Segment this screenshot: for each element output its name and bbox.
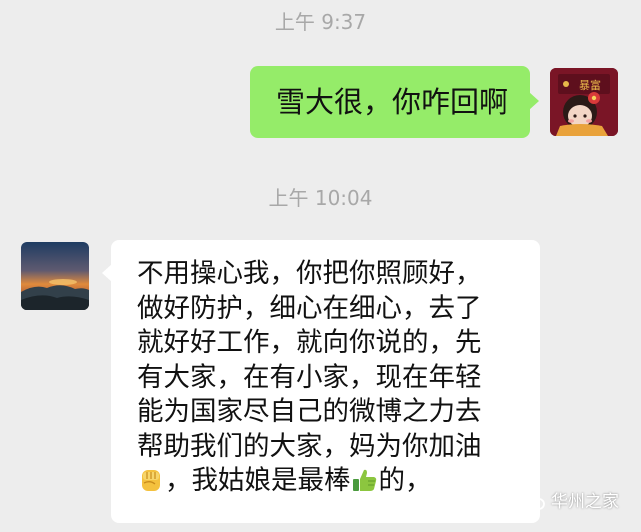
message-line: 就好好工作，就向你说的，先 (137, 327, 482, 358)
message-line: 有大家，在有小家，现在年轻 (137, 361, 482, 393)
cartoon-girl-avatar-image: 暴富 (550, 68, 618, 136)
message-text-fragment: 的， (378, 465, 432, 496)
svg-text:暴富: 暴富 (579, 78, 601, 92)
source-watermark: 华州之家 (524, 488, 641, 516)
raised-fist-emoji-icon (137, 466, 165, 504)
mountain-sunset-avatar-image (21, 242, 89, 310)
self-avatar[interactable]: 暴富 (550, 68, 618, 136)
watermark-text: 华州之家 (551, 492, 619, 512)
message-line: 能为国家尽自己的微博之力去 (137, 396, 482, 427)
message-text-fragment: ，我姑娘是最棒 (165, 465, 351, 496)
contact-avatar[interactable] (21, 242, 89, 310)
message-timestamp: 上午 9:37 (274, 10, 367, 34)
message-last-line: ，我姑娘是最棒 的， (137, 464, 530, 504)
message-line: 帮助我们的大家，妈为你加油 (137, 430, 482, 462)
message-line: 做好防护，细心在细心，去了 (137, 292, 482, 324)
message-timestamp: 上午 10:04 (268, 186, 373, 210)
incoming-message-bubble[interactable]: 不用操心我，你把你照顾好， 做好防护，细心在细心，去了 就好好工作，就向你说的，… (102, 240, 540, 523)
thumbs-up-emoji-icon (351, 466, 379, 504)
wechat-channel-icon (524, 490, 548, 523)
outgoing-message-text: 雪大很，你咋回啊 (276, 85, 509, 119)
message-line: 不用操心我，你把你照顾好， (137, 258, 482, 289)
outgoing-message-bubble[interactable]: 雪大很，你咋回啊 (250, 66, 539, 138)
